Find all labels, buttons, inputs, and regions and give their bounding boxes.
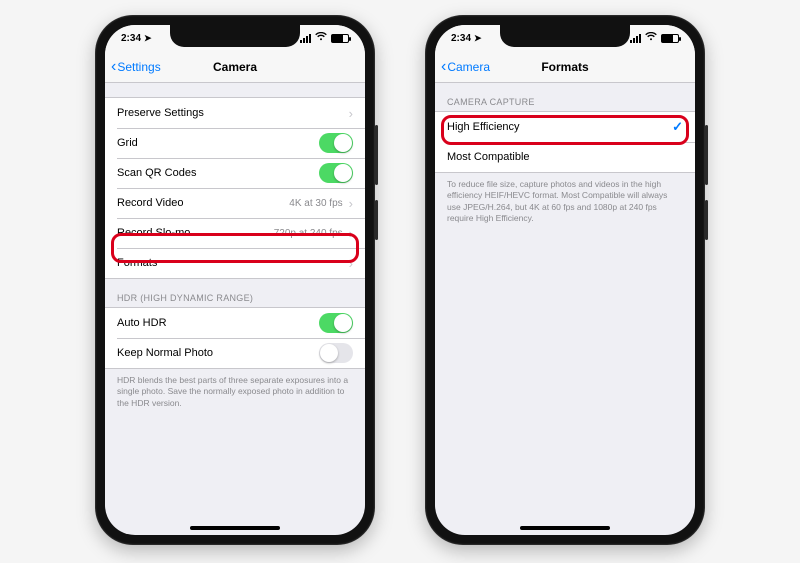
row-label: Scan QR Codes: [117, 167, 196, 179]
back-label: Settings: [117, 60, 160, 74]
location-icon: ➤: [474, 33, 482, 44]
battery-icon: [331, 34, 349, 43]
auto-hdr-toggle[interactable]: [319, 313, 353, 333]
location-icon: ➤: [144, 33, 152, 44]
row-label: Preserve Settings: [117, 107, 204, 119]
chevron-right-icon: ›: [349, 256, 353, 271]
formats-list: High Efficiency ✓ Most Compatible: [435, 111, 695, 173]
navbar: ‹ Settings Camera: [105, 51, 365, 83]
notch: [500, 25, 630, 47]
row-high-efficiency[interactable]: High Efficiency ✓: [435, 112, 695, 142]
signal-icon: [630, 34, 641, 43]
row-scan-qr[interactable]: Scan QR Codes: [105, 158, 365, 188]
scanqr-toggle[interactable]: [319, 163, 353, 183]
row-keep-normal[interactable]: Keep Normal Photo: [105, 338, 365, 368]
hdr-section-header: HDR (HIGH DYNAMIC RANGE): [105, 279, 365, 307]
capture-section-header: CAMERA CAPTURE: [435, 83, 695, 111]
home-indicator[interactable]: [190, 526, 280, 530]
keep-normal-toggle[interactable]: [319, 343, 353, 363]
status-time: 2:34: [451, 33, 471, 44]
row-value: 4K at 30 fps: [289, 198, 342, 209]
row-label: Keep Normal Photo: [117, 347, 213, 359]
navbar: ‹ Camera Formats: [435, 51, 695, 83]
row-label: Formats: [117, 257, 157, 269]
back-button[interactable]: ‹ Settings: [111, 59, 161, 75]
chevron-left-icon: ‹: [111, 59, 116, 75]
row-formats[interactable]: Formats ›: [105, 248, 365, 278]
screen-left: 2:34 ➤ ‹ Settings Camera: [105, 25, 365, 535]
screen-right: 2:34 ➤ ‹ Camera Formats CAMERA: [435, 25, 695, 535]
row-auto-hdr[interactable]: Auto HDR: [105, 308, 365, 338]
row-value: 720p at 240 fps: [274, 228, 343, 239]
formats-footer-note: To reduce file size, capture photos and …: [435, 173, 695, 235]
row-grid[interactable]: Grid: [105, 128, 365, 158]
row-label: Most Compatible: [447, 151, 530, 163]
row-preserve-settings[interactable]: Preserve Settings ›: [105, 98, 365, 128]
row-record-video[interactable]: Record Video 4K at 30 fps ›: [105, 188, 365, 218]
signal-icon: [300, 34, 311, 43]
home-indicator[interactable]: [520, 526, 610, 530]
row-record-slomo[interactable]: Record Slo-mo 720p at 240 fps ›: [105, 218, 365, 248]
grid-toggle[interactable]: [319, 133, 353, 153]
settings-list-1: Preserve Settings › Grid Scan QR Codes R…: [105, 97, 365, 279]
row-label: Auto HDR: [117, 317, 167, 329]
chevron-right-icon: ›: [349, 226, 353, 241]
wifi-icon: [315, 32, 327, 44]
row-label: High Efficiency: [447, 121, 520, 133]
phone-left: 2:34 ➤ ‹ Settings Camera: [95, 15, 375, 545]
row-label: Grid: [117, 137, 138, 149]
chevron-right-icon: ›: [349, 196, 353, 211]
hdr-footer-note: HDR blends the best parts of three separ…: [105, 369, 365, 419]
wifi-icon: [645, 32, 657, 44]
phone-right: 2:34 ➤ ‹ Camera Formats CAMERA: [425, 15, 705, 545]
back-button[interactable]: ‹ Camera: [441, 59, 490, 75]
row-most-compatible[interactable]: Most Compatible: [435, 142, 695, 172]
checkmark-icon: ✓: [672, 119, 683, 135]
notch: [170, 25, 300, 47]
row-label: Record Video: [117, 197, 183, 209]
back-label: Camera: [447, 60, 490, 74]
row-label: Record Slo-mo: [117, 227, 190, 239]
settings-list-hdr: Auto HDR Keep Normal Photo: [105, 307, 365, 369]
battery-icon: [661, 34, 679, 43]
status-time: 2:34: [121, 33, 141, 44]
chevron-right-icon: ›: [349, 106, 353, 121]
chevron-left-icon: ‹: [441, 59, 446, 75]
